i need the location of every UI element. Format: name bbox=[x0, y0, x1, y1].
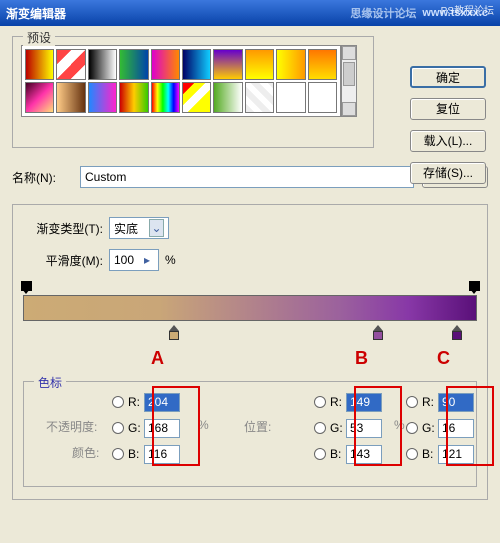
preset-swatch[interactable] bbox=[151, 49, 180, 80]
gradient-type-select[interactable]: 实底 ⌄ bbox=[109, 217, 169, 239]
presets-group: 预设 bbox=[12, 36, 374, 148]
smoothness-label: 平滑度(M): bbox=[23, 252, 103, 269]
opacity-stop-left[interactable] bbox=[21, 281, 31, 293]
value-r-a[interactable]: 204 bbox=[144, 393, 180, 412]
color-stop-c[interactable] bbox=[451, 325, 463, 341]
radio-r-b[interactable] bbox=[314, 396, 326, 408]
preset-swatch[interactable] bbox=[276, 82, 305, 113]
preset-swatch[interactable] bbox=[56, 49, 85, 80]
gradient-settings-group: 渐变类型(T): 实底 ⌄ 平滑度(M): 100 ▸ % bbox=[12, 204, 488, 500]
position-label-1: 位置: bbox=[244, 418, 271, 435]
color-stop-a[interactable] bbox=[168, 325, 180, 341]
radio-b-b[interactable] bbox=[314, 448, 326, 460]
color-param-label: 颜色: bbox=[72, 444, 99, 461]
value-g-b[interactable]: 53 bbox=[346, 419, 382, 438]
scroll-down-icon[interactable] bbox=[342, 102, 356, 116]
smoothness-input[interactable]: 100 ▸ bbox=[109, 249, 159, 271]
name-label: 名称(N): bbox=[12, 169, 72, 186]
preset-scrollbar[interactable] bbox=[341, 45, 357, 117]
presets-legend: 预设 bbox=[23, 29, 55, 46]
color-stops-group: 色标 不透明度: 颜色: % 位置: % R:204 G:168 B:116 R… bbox=[23, 381, 477, 487]
opacity-stop-right[interactable] bbox=[469, 281, 479, 293]
preset-swatch[interactable] bbox=[88, 49, 117, 80]
preset-swatch[interactable] bbox=[276, 49, 305, 80]
preset-swatch[interactable] bbox=[308, 49, 337, 80]
radio-g-b[interactable] bbox=[314, 422, 326, 434]
rgb-col-c: R:90 G:16 B:121 bbox=[406, 390, 500, 468]
corner-watermark: PS教程论坛 bbox=[441, 2, 494, 17]
gradient-type-value: 实底 bbox=[114, 220, 138, 237]
value-b-b[interactable]: 143 bbox=[346, 445, 382, 464]
scroll-thumb[interactable] bbox=[343, 62, 355, 86]
radio-g-a[interactable] bbox=[112, 422, 124, 434]
value-r-c[interactable]: 90 bbox=[438, 393, 474, 412]
marker-a: A bbox=[151, 348, 164, 369]
name-input[interactable] bbox=[80, 166, 414, 188]
preset-grid bbox=[21, 45, 341, 117]
rgb-col-a: R:204 G:168 B:116 bbox=[112, 390, 220, 468]
opacity-param-label: 不透明度: bbox=[46, 418, 97, 435]
button-column: 确定 复位 载入(L)... 存储(S)... bbox=[410, 66, 486, 184]
preset-swatch[interactable] bbox=[182, 49, 211, 80]
preset-swatch[interactable] bbox=[245, 82, 274, 113]
preset-swatch[interactable] bbox=[213, 82, 242, 113]
chevron-down-icon: ⌄ bbox=[149, 219, 164, 237]
marker-c: C bbox=[437, 348, 450, 369]
preset-swatch[interactable] bbox=[25, 49, 54, 80]
preset-swatch[interactable] bbox=[119, 82, 148, 113]
window-title: 渐变编辑器 bbox=[6, 5, 350, 22]
watermark-1: 思缘设计论坛 bbox=[350, 5, 416, 21]
ok-button[interactable]: 确定 bbox=[410, 66, 486, 88]
load-button[interactable]: 载入(L)... bbox=[410, 130, 486, 152]
stops-legend: 色标 bbox=[34, 374, 66, 391]
gradient-bar[interactable] bbox=[23, 295, 477, 321]
save-button[interactable]: 存储(S)... bbox=[410, 162, 486, 184]
gradient-editor[interactable] bbox=[23, 281, 477, 341]
play-icon: ▸ bbox=[140, 253, 154, 267]
preset-swatch[interactable] bbox=[213, 49, 242, 80]
preset-swatch[interactable] bbox=[119, 49, 148, 80]
titlebar: 渐变编辑器 思缘设计论坛 www.tsxxx.c bbox=[0, 0, 500, 26]
radio-b-c[interactable] bbox=[406, 448, 418, 460]
smoothness-unit: % bbox=[165, 253, 176, 267]
color-stop-b[interactable] bbox=[372, 325, 384, 341]
preset-swatch[interactable] bbox=[56, 82, 85, 113]
radio-g-c[interactable] bbox=[406, 422, 418, 434]
value-g-a[interactable]: 168 bbox=[144, 419, 180, 438]
preset-swatch[interactable] bbox=[151, 82, 180, 113]
value-b-c[interactable]: 121 bbox=[438, 445, 474, 464]
radio-r-a[interactable] bbox=[112, 396, 124, 408]
gradient-type-label: 渐变类型(T): bbox=[23, 220, 103, 237]
preset-swatch[interactable] bbox=[308, 82, 337, 113]
preset-swatch[interactable] bbox=[88, 82, 117, 113]
radio-r-c[interactable] bbox=[406, 396, 418, 408]
value-r-b[interactable]: 149 bbox=[346, 393, 382, 412]
marker-b: B bbox=[355, 348, 368, 369]
value-g-c[interactable]: 16 bbox=[438, 419, 474, 438]
value-b-a[interactable]: 116 bbox=[144, 445, 180, 464]
radio-b-a[interactable] bbox=[112, 448, 124, 460]
reset-button[interactable]: 复位 bbox=[410, 98, 486, 120]
preset-swatch[interactable] bbox=[182, 82, 211, 113]
scroll-up-icon[interactable] bbox=[342, 46, 356, 60]
preset-swatch[interactable] bbox=[245, 49, 274, 80]
preset-swatch[interactable] bbox=[25, 82, 54, 113]
